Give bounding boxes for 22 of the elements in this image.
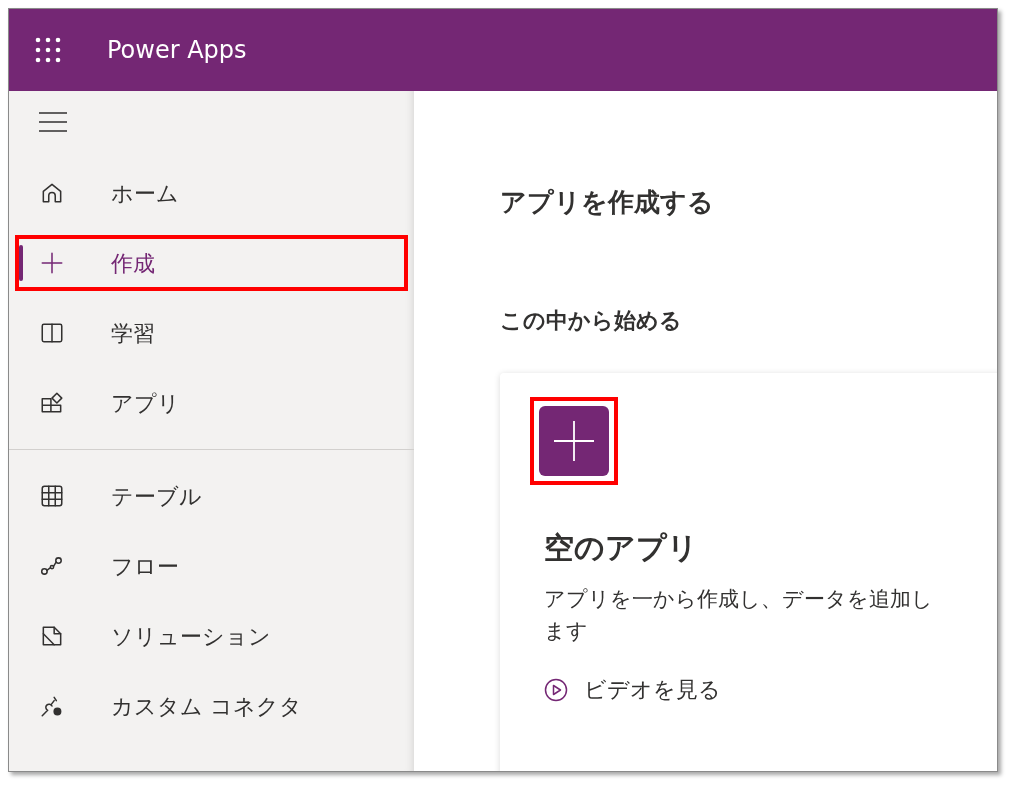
app-launcher-icon[interactable] [35,37,61,63]
nav-item[interactable]: ソリューション [19,612,404,660]
nav-item[interactable]: ホーム [19,169,404,217]
card-title: 空のアプリ [544,529,699,567]
section-title: この中から始める [500,307,683,335]
app-title: Power Apps [107,35,247,66]
watch-video-link[interactable]: ビデオを見る [544,673,721,706]
menu-icon[interactable] [39,111,67,133]
nav-item[interactable]: カスタム コネクタ [19,682,404,730]
template-card[interactable]: 空のアプリ アプリを一から作成し、データを追加します ビデオを見る [500,373,997,771]
nav-item[interactable]: 作成 [19,239,404,287]
play-icon [544,677,568,702]
selected-indicator [19,245,23,281]
page-title: アプリを作成する [500,186,715,219]
nav-item[interactable]: 学習 [19,309,404,357]
nav-item[interactable]: フロー [19,542,404,590]
table-icon [39,483,65,509]
nav-item[interactable]: テーブル [19,472,404,520]
nav-item[interactable]: アプリ [19,379,404,427]
plus-icon [39,250,65,276]
plus-tile-icon [539,406,609,476]
card-description: アプリを一から作成し、データを追加します [544,586,934,645]
